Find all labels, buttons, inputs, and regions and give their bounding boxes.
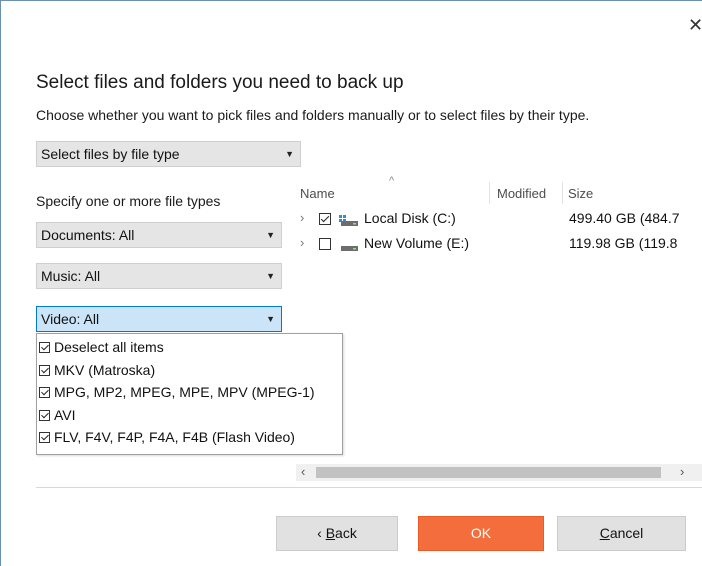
checkbox-icon[interactable] <box>39 432 50 443</box>
windows-drive-icon <box>339 214 359 230</box>
drive-size: 499.40 GB (484.7 <box>569 210 680 226</box>
item-label: MKV (Matroska) <box>54 361 156 378</box>
item-label: MPG, MP2, MPEG, MPE, MPV (MPEG-1) <box>54 384 315 400</box>
back-button[interactable]: ‹ Back <box>276 516 398 551</box>
sort-ascending-icon: ^ <box>389 175 395 187</box>
cancel-accelerator: C <box>599 525 610 541</box>
chevron-right-icon[interactable]: › <box>300 210 304 225</box>
checkbox-icon[interactable] <box>39 409 50 421</box>
scrollbar-thumb[interactable] <box>316 467 661 478</box>
page-subtitle: Choose whether you want to pick files an… <box>36 107 590 123</box>
horizontal-scrollbar[interactable]: ‹ › <box>296 464 702 481</box>
drive-size: 119.98 GB (119.8 <box>569 235 678 251</box>
column-divider[interactable] <box>562 182 563 204</box>
chevron-down-icon: ▼ <box>266 271 275 281</box>
drive-name: Local Disk (C:) <box>364 210 456 226</box>
selection-mode-value: Select files by file type <box>41 146 180 162</box>
tree-row-local-disk[interactable]: › Local Disk (C:) 499.40 GB (484.7 <box>296 208 702 230</box>
chevron-right-icon[interactable]: › <box>300 235 304 250</box>
column-divider[interactable] <box>489 182 490 204</box>
column-header-modified[interactable]: Modified <box>497 186 546 201</box>
ok-label: OK <box>470 525 492 541</box>
checkbox-icon[interactable] <box>319 238 331 250</box>
column-header-size[interactable]: Size <box>568 186 593 201</box>
drive-name: New Volume (E:) <box>364 235 470 251</box>
chevron-down-icon: ▼ <box>285 149 294 159</box>
drive-tree: ^ Name Modified Size › Local Disk (C:) 4… <box>296 175 702 486</box>
video-value: Video: All <box>41 311 100 327</box>
drive-icon <box>339 239 359 255</box>
chevron-down-icon: ▼ <box>266 230 275 240</box>
scroll-right-icon[interactable]: › <box>680 464 684 479</box>
back-label: ack <box>335 525 357 541</box>
cancel-button[interactable]: Cancel <box>557 516 686 551</box>
back-arrow-icon: ‹ <box>317 525 326 541</box>
cancel-label: ancel <box>609 525 644 541</box>
video-dropdown[interactable]: Video: All ▼ <box>36 306 282 332</box>
page-title: Select files and folders you need to bac… <box>36 72 404 93</box>
documents-dropdown[interactable]: Documents: All ▼ <box>36 222 282 248</box>
item-label: Deselect all items <box>54 339 164 355</box>
tree-header: ^ Name Modified Size <box>296 175 702 210</box>
close-icon[interactable]: ✕ <box>688 16 702 36</box>
file-types-label: Specify one or more file types <box>36 193 221 209</box>
item-label: AVI <box>54 406 76 423</box>
music-dropdown[interactable]: Music: All ▼ <box>36 263 282 289</box>
divider <box>36 487 702 488</box>
item-label: FLV, F4V, F4P, F4A, F4B (Flash Video) <box>54 429 295 445</box>
checkbox-icon[interactable] <box>319 213 331 225</box>
checkbox-icon[interactable] <box>39 342 50 353</box>
selection-mode-dropdown[interactable]: Select files by file type ▼ <box>36 141 301 167</box>
checkbox-icon[interactable] <box>39 387 50 398</box>
chevron-down-icon: ▼ <box>266 314 275 324</box>
scroll-left-icon[interactable]: ‹ <box>301 464 305 479</box>
documents-value: Documents: All <box>41 227 135 243</box>
ok-button[interactable]: OK <box>418 516 544 551</box>
tree-row-new-volume[interactable]: › New Volume (E:) 119.98 GB (119.8 <box>296 233 702 255</box>
checkbox-icon[interactable] <box>39 364 50 376</box>
back-accelerator: B <box>325 525 336 541</box>
music-value: Music: All <box>41 268 101 284</box>
column-header-name[interactable]: Name <box>300 186 335 201</box>
